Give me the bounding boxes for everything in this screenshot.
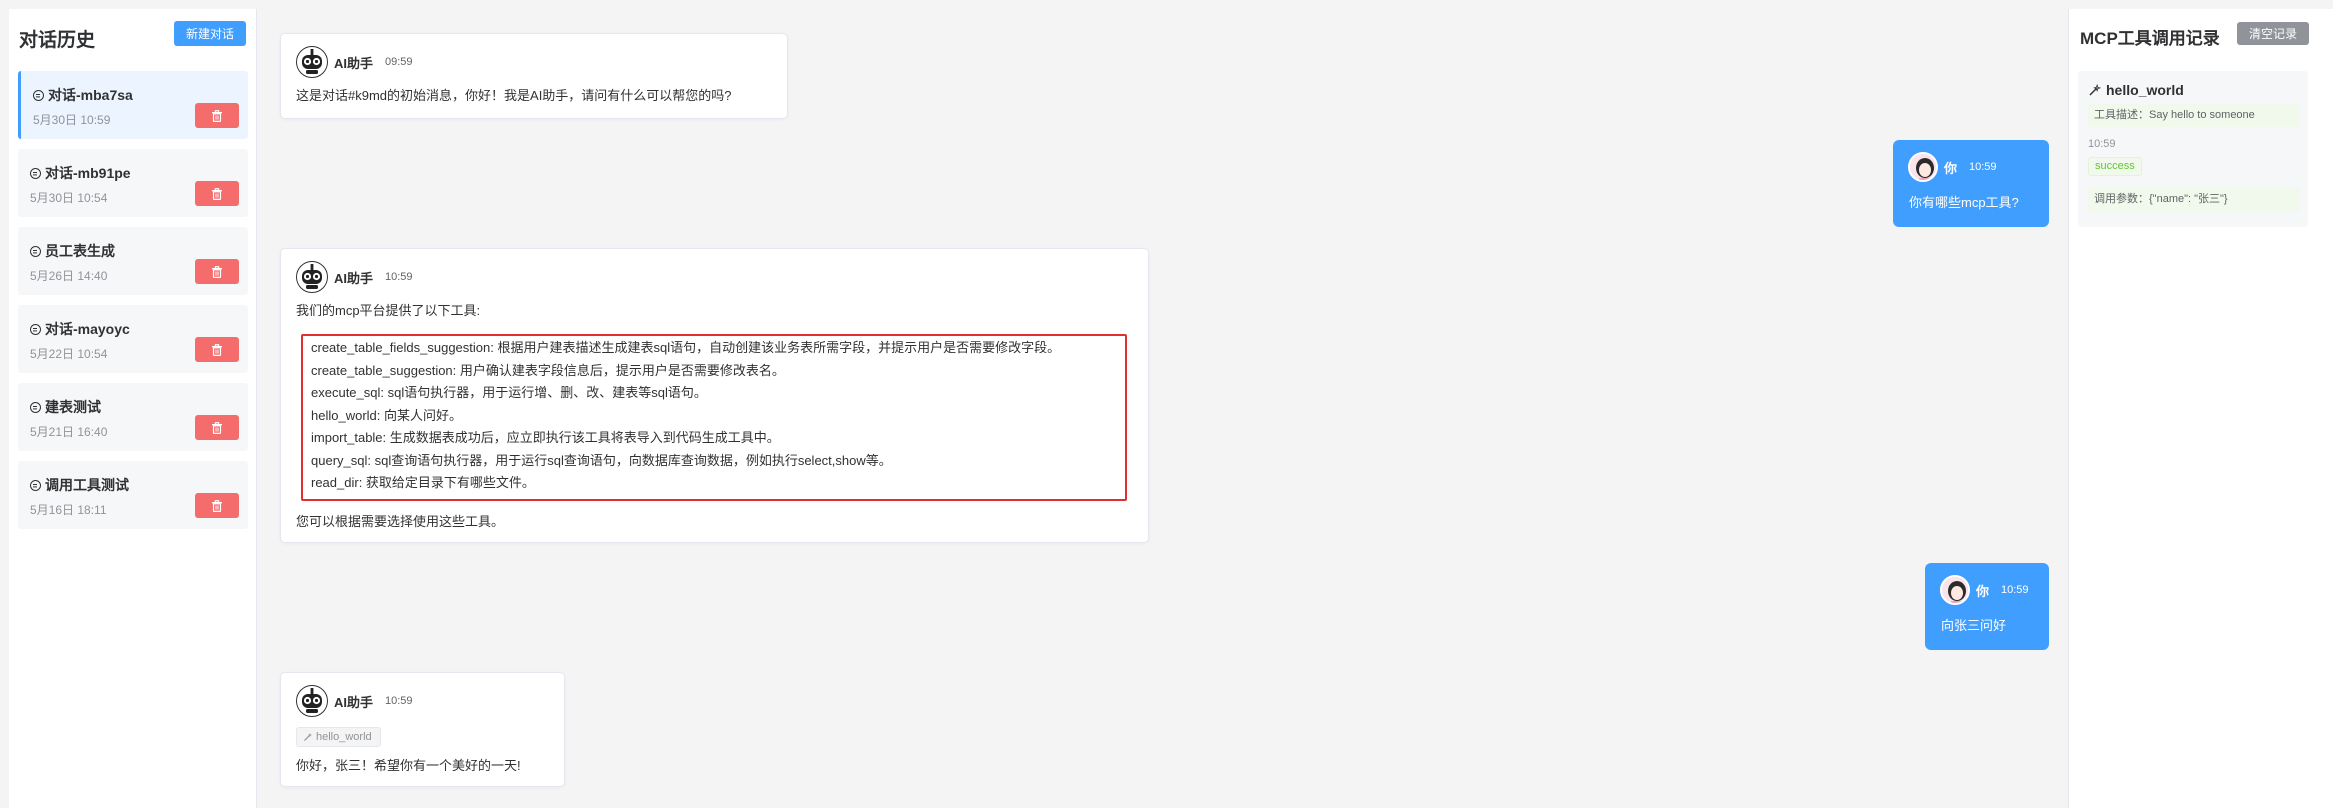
- message-intro: 我们的mcp平台提供了以下工具:: [296, 303, 481, 318]
- sender-name: AI助手: [334, 55, 374, 71]
- record-description: 工具描述：Say hello to someone: [2088, 104, 2300, 127]
- record-params: 调用参数：{"name": "张三"}: [2088, 188, 2300, 211]
- delete-conversation-button[interactable]: [195, 103, 239, 128]
- conversation-title: 对话-mba7sa: [48, 87, 133, 103]
- conversation-item[interactable]: 建表测试 5月21日 16:40: [18, 383, 248, 451]
- chat-icon: [30, 167, 41, 179]
- conversation-item[interactable]: 调用工具测试 5月16日 18:11: [18, 461, 248, 529]
- message-text: 你有哪些mcp工具?: [1909, 195, 2019, 210]
- record-time: 10:59: [2088, 138, 2116, 150]
- trash-icon: [212, 265, 222, 278]
- sender-name: 你: [1976, 583, 1990, 599]
- message-time: 10:59: [1969, 161, 1997, 173]
- avatar-icon: [1942, 577, 1968, 603]
- conversation-list: 对话-mba7sa 5月30日 10:59 对话-mb91pe 5月30日 10…: [18, 71, 248, 539]
- trash-icon: [212, 499, 222, 512]
- robot-avatar-icon: [296, 261, 328, 293]
- tool-call-record: hello_world 工具描述：Say hello to someone 10…: [2078, 71, 2308, 227]
- conversation-title: 对话-mb91pe: [45, 165, 131, 181]
- robot-avatar-icon: [296, 46, 328, 78]
- conversation-sidebar: 对话历史 新建对话 对话-mba7sa 5月30日 10:59 对话-mb91p…: [9, 9, 257, 808]
- status-badge: success: [2088, 157, 2142, 176]
- delete-conversation-button[interactable]: [195, 259, 239, 284]
- message-outro: 您可以根据需要选择使用这些工具。: [296, 514, 505, 529]
- tool-list-item: query_sql: sql查询语句执行器，用于运行sql查询语句，向数据库查询…: [311, 453, 892, 468]
- message-time: 09:59: [385, 56, 413, 68]
- message-time: 10:59: [2001, 584, 2029, 596]
- chat-icon: [30, 245, 41, 257]
- record-tool-name: hello_world: [2106, 82, 2184, 98]
- trash-icon: [212, 109, 222, 122]
- conversation-title: 建表测试: [45, 399, 101, 415]
- message-time: 10:59: [385, 271, 413, 283]
- tool-list-item: read_dir: 获取给定目录下有哪些文件。: [311, 475, 535, 490]
- panel-title: MCP工具调用记录: [2080, 29, 2220, 48]
- conversation-item[interactable]: 员工表生成 5月26日 14:40: [18, 227, 248, 295]
- user-avatar: [1940, 575, 1970, 605]
- clear-records-button[interactable]: 清空记录: [2237, 22, 2309, 45]
- sidebar-title: 对话历史: [19, 30, 96, 51]
- sidebar-header: 对话历史 新建对话: [19, 21, 246, 51]
- conversation-item[interactable]: 对话-mayoyc 5月22日 10:54: [18, 305, 248, 373]
- delete-conversation-button[interactable]: [195, 415, 239, 440]
- conversation-title: 调用工具测试: [45, 477, 129, 493]
- conversation-title: 对话-mayoyc: [45, 321, 130, 337]
- avatar-icon: [1910, 154, 1936, 180]
- message-text: 这是对话#k9md的初始消息，你好！我是AI助手，请问有什么可以帮您的吗?: [296, 88, 732, 103]
- chat-icon: [30, 479, 41, 491]
- conversation-title: 员工表生成: [45, 243, 115, 259]
- magic-wand-icon: [2089, 83, 2101, 96]
- conversation-time: 5月16日 18:11: [30, 503, 107, 517]
- delete-conversation-button[interactable]: [195, 493, 239, 518]
- user-avatar: [1908, 152, 1938, 182]
- tool-list-item: create_table_suggestion: 用户确认建表字段信息后，提示用…: [311, 363, 785, 378]
- user-message: 你 10:59 你有哪些mcp工具?: [1893, 140, 2049, 227]
- conversation-time: 5月30日 10:59: [33, 113, 111, 127]
- conversation-time: 5月21日 16:40: [30, 425, 108, 439]
- tool-list-item: execute_sql: sql语句执行器，用于运行增、删、改、建表等sql语句…: [311, 385, 707, 400]
- ai-message: AI助手 10:59 hello_world 你好，张三！希望你有一个美好的一天…: [280, 672, 565, 787]
- message-time: 10:59: [385, 695, 413, 707]
- user-message: 你 10:59 向张三问好: [1925, 563, 2049, 650]
- robot-avatar-icon: [296, 685, 328, 717]
- conversation-time: 5月26日 14:40: [30, 269, 108, 283]
- trash-icon: [212, 343, 222, 356]
- sender-name: AI助手: [334, 270, 374, 286]
- trash-icon: [212, 421, 222, 434]
- chat-icon: [30, 323, 41, 335]
- message-text: 向张三问好: [1941, 618, 2007, 633]
- tool-list-item: hello_world: 向某人问好。: [311, 408, 462, 423]
- conversation-item[interactable]: 对话-mb91pe 5月30日 10:54: [18, 149, 248, 217]
- tool-call-tag: hello_world: [296, 727, 381, 747]
- mcp-record-panel: MCP工具调用记录 清空记录 hello_world 工具描述：Say hell…: [2068, 9, 2333, 808]
- conversation-time: 5月22日 10:54: [30, 347, 108, 361]
- conversation-time: 5月30日 10:54: [30, 191, 108, 205]
- chat-icon: [30, 401, 41, 413]
- tool-list-box: create_table_fields_suggestion: 根据用户建表描述…: [301, 334, 1127, 501]
- sender-name: 你: [1944, 160, 1958, 176]
- tool-call-tag-label: hello_world: [316, 731, 372, 743]
- trash-icon: [212, 187, 222, 200]
- delete-conversation-button[interactable]: [195, 181, 239, 206]
- conversation-item[interactable]: 对话-mba7sa 5月30日 10:59: [18, 71, 248, 139]
- magic-wand-icon: [304, 733, 312, 741]
- ai-message: AI助手 09:59 这是对话#k9md的初始消息，你好！我是AI助手，请问有什…: [280, 33, 788, 119]
- new-conversation-button[interactable]: 新建对话: [174, 21, 246, 46]
- sender-name: AI助手: [334, 694, 374, 710]
- app-window: 对话历史 新建对话 对话-mba7sa 5月30日 10:59 对话-mb91p…: [0, 0, 2333, 808]
- tool-list-item: import_table: 生成数据表成功后，应立即执行该工具将表导入到代码生成…: [311, 430, 780, 445]
- delete-conversation-button[interactable]: [195, 337, 239, 362]
- message-text: 你好，张三！希望你有一个美好的一天!: [296, 758, 521, 773]
- chat-icon: [33, 89, 44, 101]
- tool-list-item: create_table_fields_suggestion: 根据用户建表描述…: [311, 340, 1061, 355]
